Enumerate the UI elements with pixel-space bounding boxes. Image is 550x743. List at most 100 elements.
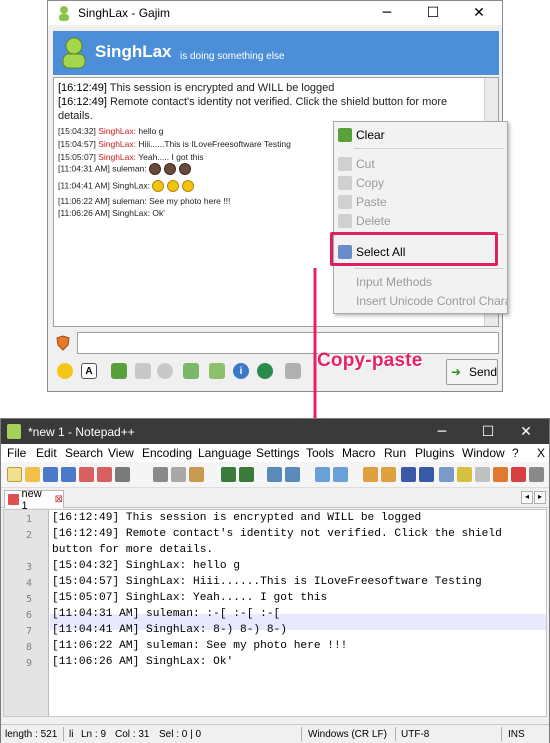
chat-toolbar: A i xyxy=(53,359,499,385)
video-call-icon[interactable] xyxy=(157,363,173,379)
save-icon[interactable] xyxy=(43,467,58,482)
send-button[interactable]: ➜ Send xyxy=(446,359,498,385)
tab-scroll-right-icon[interactable]: ▸ xyxy=(534,491,546,504)
contact-banner: SinghLax is doing something else xyxy=(53,31,499,75)
line-number: 1 xyxy=(25,514,32,525)
menu-encoding[interactable]: Encoding xyxy=(142,446,192,460)
menu-tools[interactable]: Tools xyxy=(306,446,334,460)
stop-record-icon[interactable] xyxy=(511,467,526,482)
log-line: [15:04:57] SinghLax: Hiii......This is I… xyxy=(58,139,291,149)
function-list-icon[interactable] xyxy=(475,467,490,482)
close-button[interactable]: ✕ xyxy=(503,419,549,444)
copy-paste-caption: Copy-paste xyxy=(317,350,423,371)
editor-area[interactable]: 1 [16:12:49] This session is encrypted a… xyxy=(3,509,547,717)
save-all-icon[interactable] xyxy=(61,467,76,482)
send-file-icon[interactable] xyxy=(111,363,127,379)
block-icon[interactable] xyxy=(257,363,273,379)
status-lines: li xyxy=(69,729,74,740)
redo-icon[interactable] xyxy=(239,467,254,482)
status-mode: INS xyxy=(508,729,525,740)
playback-icon[interactable] xyxy=(529,467,544,482)
line-number: 8 xyxy=(25,642,32,653)
copy-icon[interactable] xyxy=(171,467,186,482)
close-all-icon[interactable] xyxy=(97,467,112,482)
contact-avatar xyxy=(62,37,86,69)
paste-icon[interactable] xyxy=(189,467,204,482)
font-icon[interactable]: A xyxy=(81,363,97,379)
menu-close-doc[interactable]: X xyxy=(537,446,545,460)
doc-map-icon[interactable] xyxy=(457,467,472,482)
menu-window[interactable]: Window xyxy=(462,446,505,460)
angry-emoticon-icon xyxy=(164,163,177,175)
angry-emoticon-icon xyxy=(179,163,192,175)
menu-item-copy[interactable]: Copy xyxy=(334,173,507,193)
new-file-icon[interactable] xyxy=(7,467,22,482)
sync-v-icon[interactable] xyxy=(363,467,378,482)
cool-emoticon-icon xyxy=(152,180,165,192)
menu-run[interactable]: Run xyxy=(384,446,406,460)
menu-settings[interactable]: Settings xyxy=(256,446,299,460)
status-encoding: UTF-8 xyxy=(401,729,430,740)
menu-item-insert-unicode[interactable]: Insert Unicode Control Chara xyxy=(334,291,507,311)
sync-h-icon[interactable] xyxy=(381,467,396,482)
encryption-shield-icon[interactable] xyxy=(55,335,71,351)
info-icon[interactable]: i xyxy=(233,363,249,379)
zoom-out-icon[interactable] xyxy=(333,467,348,482)
code-line-wrapped: button for more details. xyxy=(52,544,214,556)
contact-status: is doing something else xyxy=(180,51,285,62)
menu-file[interactable]: File xyxy=(7,446,26,460)
line-number: 6 xyxy=(25,610,32,621)
open-file-icon[interactable] xyxy=(25,467,40,482)
record-macro-icon[interactable] xyxy=(493,467,508,482)
voice-call-icon[interactable] xyxy=(135,363,151,379)
select-all-highlight xyxy=(330,232,498,266)
code-line: [16:12:49] This session is encrypted and… xyxy=(52,512,422,524)
line-number: 4 xyxy=(25,578,32,589)
minimize-button[interactable]: ─ xyxy=(419,419,465,444)
menu-item-clear[interactable]: Clear xyxy=(334,125,507,145)
maximize-button[interactable]: ☐ xyxy=(410,1,456,25)
menu-view[interactable]: View xyxy=(108,446,134,460)
minimize-button[interactable]: ─ xyxy=(364,1,410,25)
log-line: details. xyxy=(58,110,93,122)
log-line: [15:04:32] SinghLax: hello g xyxy=(58,126,164,136)
settings-icon[interactable] xyxy=(285,363,301,379)
notepadpp-window-title: *new 1 - Notepad++ xyxy=(28,425,135,439)
find-icon[interactable] xyxy=(267,467,282,482)
history-icon[interactable] xyxy=(183,363,199,379)
tab-scroll-left-icon[interactable]: ◂ xyxy=(521,491,533,504)
tab-new-1[interactable]: new 1 ⊠ xyxy=(4,488,64,512)
invite-icon[interactable] xyxy=(209,363,225,379)
log-line: [15:05:07] SinghLax: Yeah..... I got thi… xyxy=(58,152,204,162)
zoom-in-icon[interactable] xyxy=(315,467,330,482)
show-all-chars-icon[interactable] xyxy=(419,467,434,482)
log-line: [11:06:26 AM] SinghLax: Ok' xyxy=(58,208,165,218)
menu-help[interactable]: ? xyxy=(512,446,519,460)
menu-item-paste[interactable]: Paste xyxy=(334,192,507,212)
emoticons-icon[interactable] xyxy=(57,363,73,379)
code-line: [11:06:26 AM] SinghLax: Ok' xyxy=(52,656,234,668)
menu-item-delete[interactable]: Delete xyxy=(334,211,507,231)
tab-close-icon[interactable]: ⊠ xyxy=(55,494,63,505)
undo-icon[interactable] xyxy=(221,467,236,482)
cut-icon[interactable] xyxy=(153,467,168,482)
menu-search[interactable]: Search xyxy=(65,446,103,460)
indent-guide-icon[interactable] xyxy=(439,467,454,482)
menu-language[interactable]: Language xyxy=(198,446,251,460)
menu-macro[interactable]: Macro xyxy=(342,446,375,460)
line-number: 2 xyxy=(25,530,32,541)
menu-edit[interactable]: Edit xyxy=(36,446,57,460)
print-icon[interactable] xyxy=(115,467,130,482)
word-wrap-icon[interactable] xyxy=(401,467,416,482)
message-input[interactable] xyxy=(77,332,499,354)
menu-item-cut[interactable]: Cut xyxy=(334,154,507,174)
status-length: length : 521 xyxy=(5,729,58,740)
menu-item-input-methods[interactable]: Input Methods xyxy=(334,272,507,292)
log-line: [11:04:41 AM] SinghLax: xyxy=(58,180,197,192)
notepadpp-app-icon xyxy=(7,424,21,439)
close-button[interactable]: ✕ xyxy=(456,1,502,25)
menu-plugins[interactable]: Plugins xyxy=(415,446,454,460)
code-line: [16:12:49] Remote contact's identity not… xyxy=(52,528,502,540)
close-file-icon[interactable] xyxy=(79,467,94,482)
replace-icon[interactable] xyxy=(285,467,300,482)
